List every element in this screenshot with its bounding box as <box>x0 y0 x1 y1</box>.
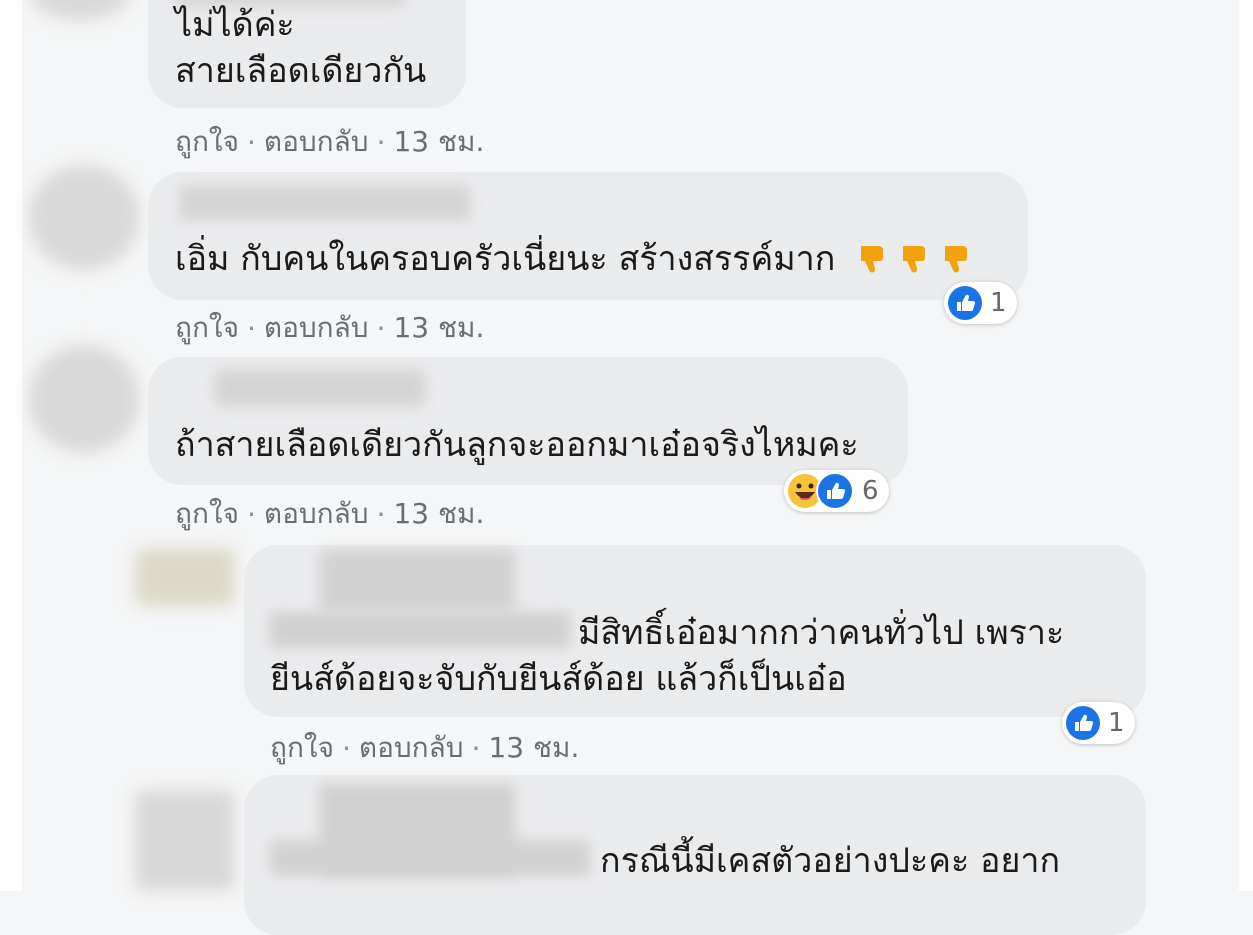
reaction-count: 6 <box>862 476 879 506</box>
comment-text-line: ยีนส์ด้อยจะจับกับยีนส์ด้อย แล้วก็เป็นเอ๋… <box>270 659 847 699</box>
separator: · <box>376 311 386 345</box>
comment-text-line: มีสิทธิ์เอ๋อมากกว่าคนทั่วไป เพราะ <box>578 613 1065 653</box>
reply-link[interactable]: ตอบกลับ <box>359 726 464 770</box>
like-link[interactable]: ถูกใจ <box>175 120 239 164</box>
avatar[interactable] <box>135 790 235 891</box>
reaction-summary[interactable]: 1 <box>1062 702 1135 744</box>
separator: · <box>246 497 256 531</box>
reaction-count: 1 <box>990 288 1007 318</box>
commenter-name-blurred[interactable] <box>270 612 570 648</box>
separator: · <box>471 731 481 765</box>
avatar[interactable] <box>28 345 140 453</box>
reply-link[interactable]: ตอบกลับ <box>264 306 369 350</box>
avatar[interactable] <box>30 0 130 20</box>
separator: · <box>246 125 256 159</box>
comment-text-line: กรณีนี้มีเคสตัวอย่างปะคะ อยาก <box>600 841 1061 881</box>
like-link[interactable]: ถูกใจ <box>175 492 239 536</box>
comment-text-line: เอิ่ม กับคนในครอบครัวเนี่ยนะ สร้างสรรค์ม… <box>175 239 836 279</box>
comment-text-line: สายเลือดเดียวกัน <box>175 51 427 91</box>
reaction-count: 1 <box>1108 708 1125 738</box>
reply-link[interactable]: ตอบกลับ <box>264 120 369 164</box>
thumbs-down-icon <box>945 246 968 273</box>
thumbs-down-icon <box>903 246 926 273</box>
commenter-name-blurred[interactable] <box>270 840 590 876</box>
reaction-summary[interactable]: 6 <box>784 470 889 512</box>
right-edge <box>1239 0 1253 891</box>
reply-link[interactable]: ตอบกลับ <box>264 492 369 536</box>
like-icon <box>816 472 854 510</box>
separator: · <box>341 731 351 765</box>
thumbs-down-icon <box>861 246 884 273</box>
comment-text-line: ไม่ได้ค่ะ <box>175 5 295 45</box>
like-icon <box>1066 706 1100 740</box>
commenter-name-blurred[interactable] <box>320 550 515 612</box>
timestamp[interactable]: 13 ชม. <box>488 726 579 770</box>
commenter-name-blurred[interactable] <box>180 186 470 220</box>
commenter-name-blurred[interactable] <box>215 370 425 406</box>
reaction-summary[interactable]: 1 <box>944 282 1017 324</box>
separator: · <box>246 311 256 345</box>
like-icon <box>948 286 982 320</box>
avatar[interactable] <box>28 165 140 270</box>
comment-actions: ถูกใจ · ตอบกลับ · 13 ชม. <box>175 306 484 350</box>
timestamp[interactable]: 13 ชม. <box>393 306 484 350</box>
comment-actions: ถูกใจ · ตอบกลับ · 13 ชม. <box>175 492 484 536</box>
like-link[interactable]: ถูกใจ <box>270 726 334 770</box>
like-link[interactable]: ถูกใจ <box>175 306 239 350</box>
timestamp[interactable]: 13 ชม. <box>393 492 484 536</box>
comment-actions: ถูกใจ · ตอบกลับ · 13 ชม. <box>175 120 484 164</box>
avatar[interactable] <box>135 548 235 606</box>
separator: · <box>376 497 386 531</box>
separator: · <box>376 125 386 159</box>
comment-text-line: ถ้าสายเลือดเดียวกันลูกจะออกมาเอ๋อจริงไหม… <box>175 425 859 465</box>
left-edge <box>0 0 22 891</box>
timestamp[interactable]: 13 ชม. <box>393 120 484 164</box>
comment-text: เอิ่ม กับคนในครอบครัวเนี่ยนะ สร้างสรรค์ม… <box>175 236 973 282</box>
comment-actions: ถูกใจ · ตอบกลับ · 13 ชม. <box>270 726 579 770</box>
